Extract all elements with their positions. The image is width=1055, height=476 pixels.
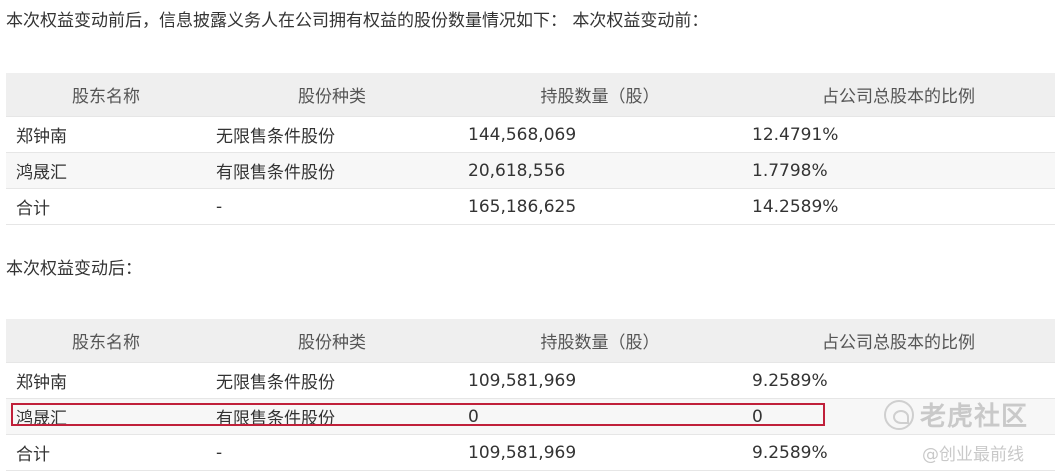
header-share-count: 持股数量（股） [458, 319, 742, 363]
intro-paragraph: 本次权益变动前后，信息披露义务人在公司拥有权益的股份数量情况如下： 本次权益变动… [6, 11, 709, 31]
cell-shareholder: 合计 [6, 188, 206, 225]
table-header-row: 股东名称 股份种类 持股数量（股） 占公司总股本的比例 [6, 319, 1055, 363]
cell-share-count: 109,581,969 [458, 362, 742, 399]
highlight-box [11, 403, 825, 426]
cell-share-count: 109,581,969 [458, 434, 742, 471]
header-shareholder-name: 股东名称 [6, 319, 206, 363]
table-row: 郑钟南 无限售条件股份 144,568,069 12.4791% [6, 116, 1055, 153]
cell-share-type: 无限售条件股份 [206, 116, 458, 153]
cell-shareholder: 鸿晟汇 [6, 152, 206, 189]
cell-shareholder: 合计 [6, 434, 206, 471]
table-row: 鸿晟汇 有限售条件股份 20,618,556 1.7798% [6, 152, 1055, 189]
header-share-count: 持股数量（股） [458, 73, 742, 117]
header-share-ratio: 占公司总股本的比例 [742, 73, 1055, 117]
watermark-logo: 老虎社区 [884, 396, 1028, 433]
cell-share-ratio: 12.4791% [742, 116, 1055, 153]
watermark-text: 老虎社区 [920, 402, 1029, 432]
cell-share-count: 144,568,069 [458, 116, 742, 153]
header-share-ratio: 占公司总股本的比例 [742, 319, 1055, 363]
cell-share-type: 有限售条件股份 [206, 152, 458, 189]
cell-share-ratio: 14.2589% [742, 188, 1055, 225]
tiger-community-logo-icon [884, 399, 914, 430]
table-row: 合计 - 109,581,969 9.2589% [6, 434, 1055, 471]
after-change-heading: 本次权益变动后： [6, 259, 142, 279]
table-row: 郑钟南 无限售条件股份 109,581,969 9.2589% [6, 362, 1055, 399]
after-change-table: 股东名称 股份种类 持股数量（股） 占公司总股本的比例 郑钟南 无限售条件股份 … [6, 319, 1055, 471]
cell-share-type: - [206, 188, 458, 225]
cell-shareholder: 郑钟南 [6, 362, 206, 399]
table-header-row: 股东名称 股份种类 持股数量（股） 占公司总股本的比例 [6, 73, 1055, 117]
cell-shareholder: 郑钟南 [6, 116, 206, 153]
header-share-type: 股份种类 [206, 319, 458, 363]
cell-share-count: 165,186,625 [458, 188, 742, 225]
before-change-table: 股东名称 股份种类 持股数量（股） 占公司总股本的比例 郑钟南 无限售条件股份 … [6, 73, 1055, 225]
header-share-type: 股份种类 [206, 73, 458, 117]
table-row: 合计 - 165,186,625 14.2589% [6, 188, 1055, 225]
cell-share-type: 无限售条件股份 [206, 362, 458, 399]
cell-share-type: - [206, 434, 458, 471]
watermark-subtext: @创业最前线 [922, 445, 1024, 465]
cell-share-ratio: 1.7798% [742, 152, 1055, 189]
cell-share-count: 20,618,556 [458, 152, 742, 189]
header-shareholder-name: 股东名称 [6, 73, 206, 117]
cell-share-ratio: 9.2589% [742, 362, 1055, 399]
